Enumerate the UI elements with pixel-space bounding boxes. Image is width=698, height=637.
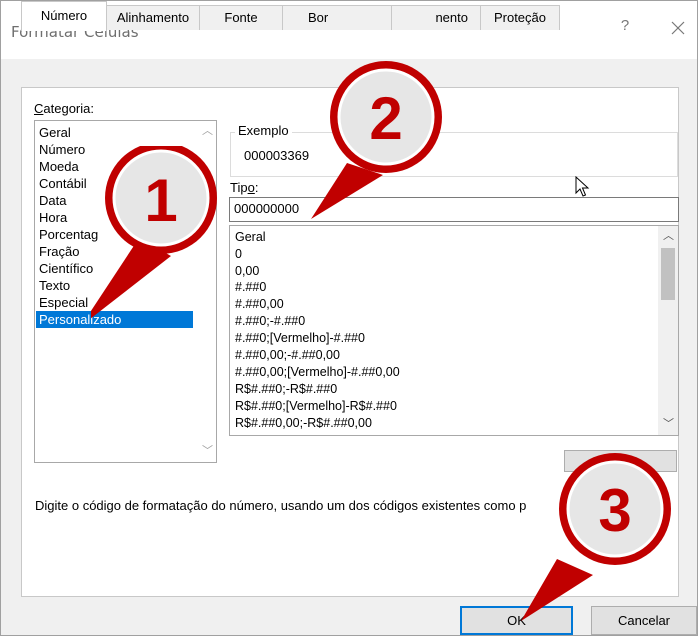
hint-text: Digite o código de formatação do número,…	[35, 498, 527, 513]
tab-alinhamento[interactable]: Alinhamento	[106, 5, 200, 30]
tab-label: Bor	[308, 10, 329, 25]
format-item[interactable]: R$#.##0;-R$#.##0	[235, 381, 337, 397]
tab-label: nento	[435, 10, 468, 25]
format-scrollbar[interactable]: ︿ ﹀	[658, 226, 678, 435]
mouse-cursor-icon	[575, 176, 590, 197]
callout-2: 2	[311, 61, 442, 219]
callout-2-pointer	[311, 163, 383, 219]
exemplo-legend: Exemplo	[235, 123, 292, 138]
callout-1-number: 1	[144, 167, 177, 234]
tab-preenchimento[interactable]: nento	[391, 5, 481, 30]
tab-label: Fonte	[224, 10, 258, 25]
help-button[interactable]: ?	[613, 17, 637, 41]
scroll-up-icon[interactable]: ︿	[199, 123, 216, 140]
close-icon	[671, 21, 685, 35]
format-item[interactable]: R$#.##0;[Vermelho]-R$#.##0	[235, 398, 397, 414]
close-button[interactable]	[665, 15, 691, 41]
tab-fonte[interactable]: Fonte	[199, 5, 283, 30]
format-item[interactable]: #.##0;[Vermelho]-#.##0	[235, 330, 365, 346]
tab-label: Proteção	[493, 10, 547, 25]
tab-numero[interactable]: Número	[21, 1, 107, 31]
categoria-label: Categoria:	[34, 101, 94, 116]
tab-label: Número	[40, 8, 88, 23]
format-item[interactable]: #.##0,00;[Vermelho]-#.##0,00	[235, 364, 400, 380]
scroll-up-icon[interactable]: ︿	[660, 228, 677, 245]
label-mnemonic: C	[34, 101, 44, 116]
tab-label: Alinhamento	[116, 10, 190, 25]
scroll-down-icon[interactable]: ﹀	[199, 443, 216, 460]
label-text: :	[254, 180, 259, 195]
tab-protecao[interactable]: Proteção	[480, 5, 560, 30]
scroll-down-icon[interactable]: ﹀	[660, 416, 677, 433]
format-cells-dialog: Formatar Células ? Número Alinhamento Fo…	[0, 0, 698, 636]
callout-3-number: 3	[598, 477, 631, 544]
callout-3: 3	[521, 453, 671, 621]
format-item[interactable]: R$#.##0,00;-R$#.##0,00	[235, 415, 372, 431]
category-item-geral[interactable]: Geral	[38, 124, 194, 141]
format-code-list[interactable]: Geral 0 0,00 #.##0 #.##0,00 #.##0;-#.##0…	[229, 225, 679, 436]
label-text: ategoria:	[43, 101, 94, 116]
callout-3-pointer	[521, 559, 593, 621]
scroll-thumb[interactable]	[661, 248, 675, 300]
callout-2-number: 2	[369, 85, 402, 152]
tab-borda[interactable]: Bor	[282, 5, 392, 30]
callout-1: 1	[91, 146, 217, 319]
exemplo-value: 000003369	[244, 148, 310, 163]
